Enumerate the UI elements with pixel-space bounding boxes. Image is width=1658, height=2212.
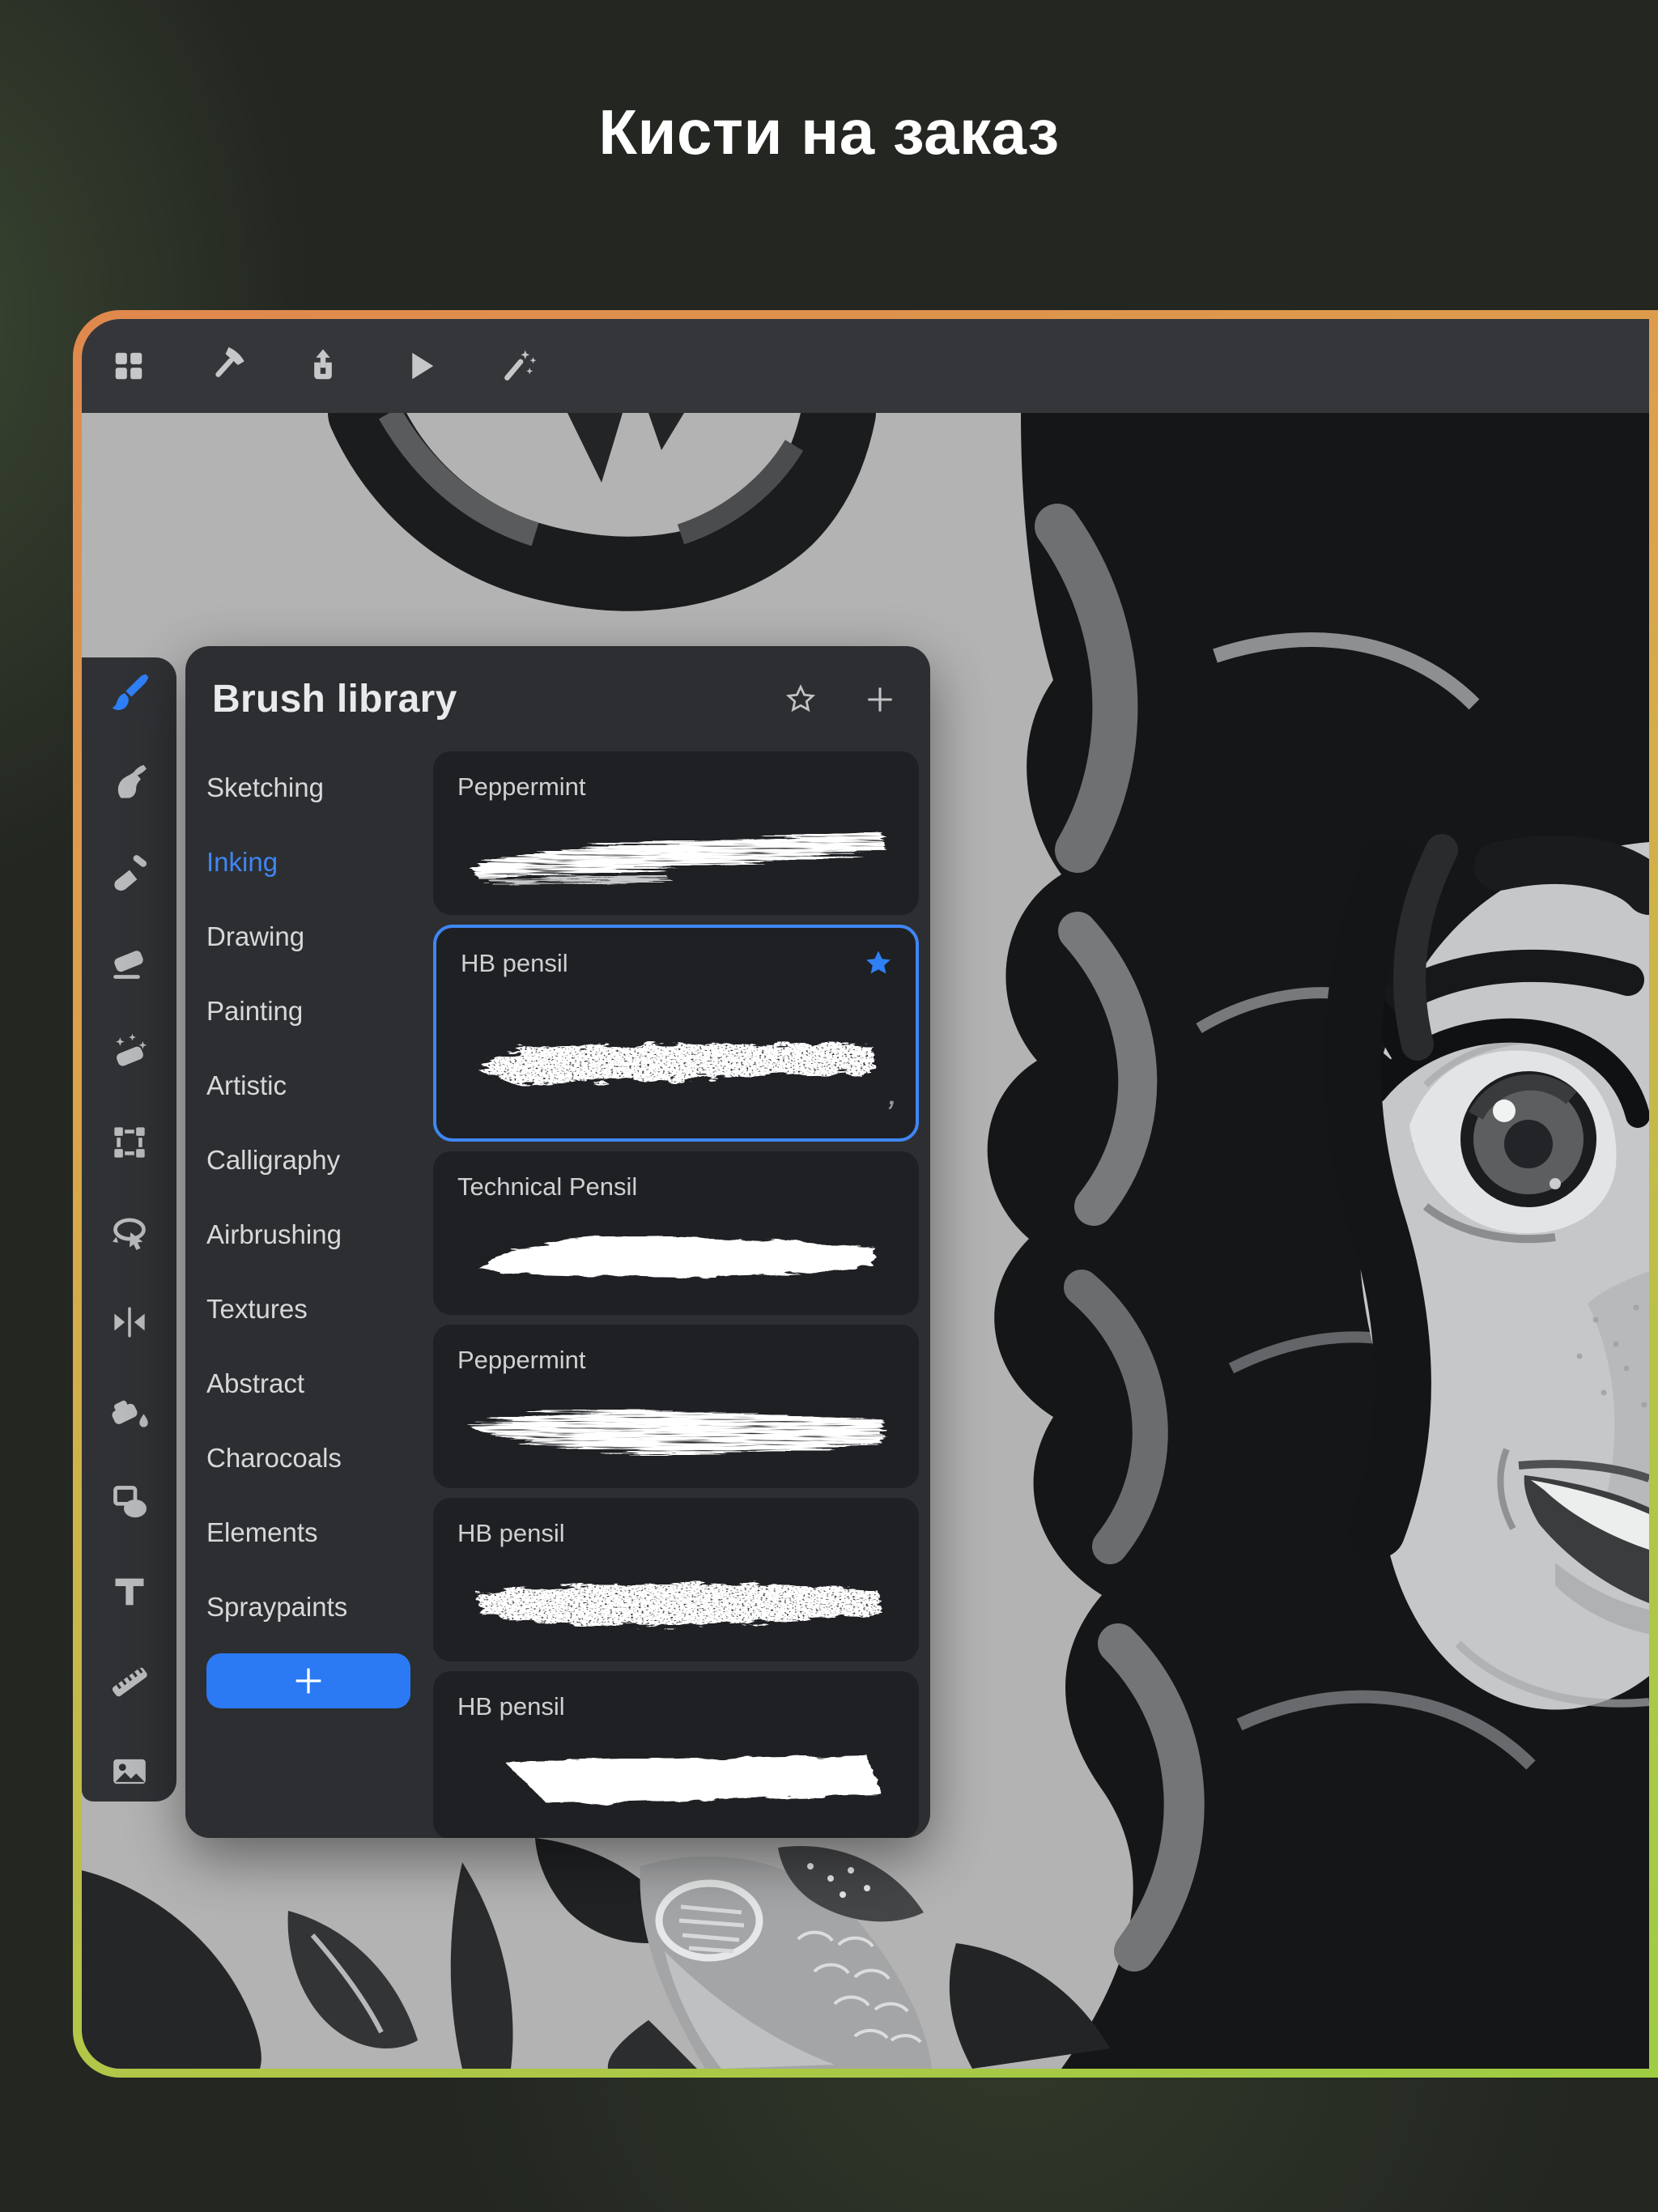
actions-button[interactable]	[203, 343, 249, 389]
sidebar-tool-paint-brush[interactable]	[104, 667, 155, 719]
brush-name: Peppermint	[457, 772, 586, 801]
add-category-button[interactable]	[206, 1653, 410, 1708]
brush-modified-mark: ’	[879, 1091, 899, 1135]
magic-wand-icon	[504, 350, 537, 381]
brush-card-hb-pensil-4[interactable]: HB pensil	[433, 1498, 919, 1661]
category-textures[interactable]: Textures	[206, 1293, 420, 1325]
brush-name: HB pensil	[457, 1692, 565, 1721]
shapes-icon	[113, 1486, 147, 1518]
plus-icon	[868, 687, 892, 712]
flat-brush-icon	[113, 855, 147, 891]
sidebar-tool-flat-brush[interactable]	[104, 847, 155, 899]
brush-card-hb-pensil-5[interactable]: HB pensil	[433, 1671, 919, 1838]
sidebar-tool-fill[interactable]	[104, 1386, 155, 1438]
brush-library-panel: Brush library Sketching Inking Drawing Pain…	[185, 646, 930, 1838]
sidebar-tool-selection[interactable]	[104, 1117, 155, 1168]
sidebar-tool-smudge[interactable]	[104, 757, 155, 809]
category-inking[interactable]: Inking	[206, 846, 420, 878]
star-filled-icon	[866, 951, 891, 974]
toolbar	[82, 319, 1649, 413]
brush-stroke-preview	[454, 1728, 898, 1827]
share-button[interactable]	[300, 343, 346, 389]
brush-name: Peppermint	[457, 1346, 586, 1374]
brush-library-header: Brush library	[185, 646, 930, 721]
category-sketching[interactable]: Sketching	[206, 772, 420, 804]
mirror-icon	[113, 1307, 145, 1338]
magic-wand-button[interactable]	[495, 343, 540, 389]
actions-icon	[215, 347, 244, 377]
play-icon	[412, 352, 434, 380]
tool-sidebar	[82, 657, 176, 1802]
page: Кисти на заказ Brush library Sketching I…	[0, 0, 1658, 2212]
category-artistic[interactable]: Artistic	[206, 1070, 420, 1102]
brush-library-plus-button[interactable]	[862, 682, 898, 717]
sidebar-tool-magic-eraser[interactable]	[104, 1027, 155, 1078]
brush-library-body: Sketching Inking Drawing Painting Artistic Ca…	[185, 751, 930, 1838]
app-window-frame: Brush library Sketching Inking Drawing Pain…	[73, 310, 1658, 2078]
favorite-star-button[interactable]	[861, 946, 896, 981]
sidebar-tool-text[interactable]	[104, 1566, 155, 1618]
smudge-icon	[117, 764, 147, 798]
category-drawing[interactable]: Drawing	[206, 921, 420, 953]
sidebar-tool-image[interactable]	[104, 1746, 155, 1797]
brush-stroke-preview	[454, 1381, 898, 1475]
category-calligraphy[interactable]: Calligraphy	[206, 1144, 420, 1176]
paint-brush-icon	[111, 674, 148, 710]
category-painting[interactable]: Painting	[206, 995, 420, 1027]
sidebar-tool-transform[interactable]	[104, 1206, 155, 1258]
category-abstract[interactable]: Abstract	[206, 1368, 420, 1400]
play-button[interactable]	[397, 343, 443, 389]
transform-icon	[112, 1218, 146, 1250]
category-charocoals[interactable]: Charocoals	[206, 1442, 420, 1474]
gallery-icon	[115, 352, 142, 380]
brush-list: Peppermint HB pensil ’ Technical Pensil Pepp…	[433, 751, 919, 1838]
brush-library-header-buttons	[783, 682, 898, 717]
text-icon	[115, 1578, 143, 1606]
category-airbrushing[interactable]: Airbrushing	[206, 1219, 420, 1251]
ruler-icon	[112, 1667, 147, 1697]
brush-name: HB pensil	[457, 1519, 565, 1547]
category-spraypaints[interactable]: Spraypaints	[206, 1591, 420, 1623]
plus-icon	[295, 1668, 321, 1694]
brush-stroke-preview	[454, 1555, 898, 1648]
brush-card-technical-pensil-2[interactable]: Technical Pensil	[433, 1151, 919, 1315]
sidebar-tool-ruler[interactable]	[104, 1656, 155, 1708]
brush-stroke-preview	[454, 1208, 898, 1302]
fill-icon	[112, 1400, 148, 1427]
image-icon	[113, 1759, 146, 1784]
brush-card-hb-pensil-1[interactable]: HB pensil ’	[433, 925, 919, 1142]
eraser-icon	[113, 951, 143, 979]
share-icon	[314, 349, 332, 380]
brush-card-peppermint-3[interactable]: Peppermint	[433, 1325, 919, 1488]
brush-name: Technical Pensil	[457, 1172, 638, 1201]
page-title: Кисти на заказ	[598, 96, 1060, 168]
brush-card-peppermint-0[interactable]: Peppermint	[433, 751, 919, 915]
brush-stroke-preview	[454, 808, 898, 902]
magic-eraser-icon	[115, 1033, 147, 1066]
category-elements[interactable]: Elements	[206, 1516, 420, 1549]
sidebar-tool-shapes[interactable]	[104, 1476, 155, 1528]
star-outline-icon	[785, 683, 816, 712]
sidebar-tool-mirror[interactable]	[104, 1296, 155, 1348]
app-window: Brush library Sketching Inking Drawing Pain…	[82, 319, 1649, 2069]
sidebar-tool-eraser[interactable]	[104, 937, 155, 989]
brush-category-list: Sketching Inking Drawing Painting Artistic Ca…	[206, 772, 420, 1708]
brush-library-title: Brush library	[212, 678, 457, 721]
brush-name: HB pensil	[461, 949, 568, 977]
brush-library-star-outline-button[interactable]	[783, 682, 818, 717]
gallery-button[interactable]	[106, 343, 151, 389]
brush-stroke-preview	[457, 1006, 895, 1114]
selection-icon	[113, 1127, 145, 1158]
